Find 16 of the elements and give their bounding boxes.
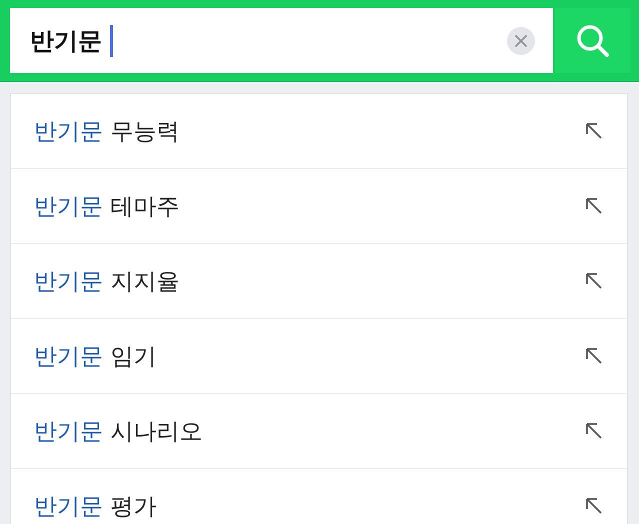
suggestion-link[interactable]: 반기문 임기 <box>34 340 585 372</box>
clear-button[interactable] <box>507 26 535 54</box>
suggestion-link[interactable]: 반기문 시나리오 <box>34 416 585 446</box>
arrow-icon[interactable] <box>585 422 603 440</box>
arrow-icon[interactable] <box>585 347 603 365</box>
close-icon <box>514 34 528 48</box>
text-cursor <box>110 24 113 56</box>
arrow-icon[interactable] <box>585 197 603 215</box>
arrow-icon[interactable] <box>585 272 603 290</box>
suggestion-link[interactable]: 반기문 무능력 <box>34 116 585 146</box>
suggestion-link[interactable]: 반기문 테마주 <box>34 190 585 222</box>
arrow-icon[interactable] <box>585 122 603 140</box>
suggestion-link[interactable]: 반기문 지지율 <box>34 266 585 296</box>
search-field[interactable]: 반기문 <box>10 8 553 73</box>
suggestion-link[interactable]: 반기문 평가 <box>34 490 585 522</box>
arrow-icon[interactable] <box>585 497 603 515</box>
